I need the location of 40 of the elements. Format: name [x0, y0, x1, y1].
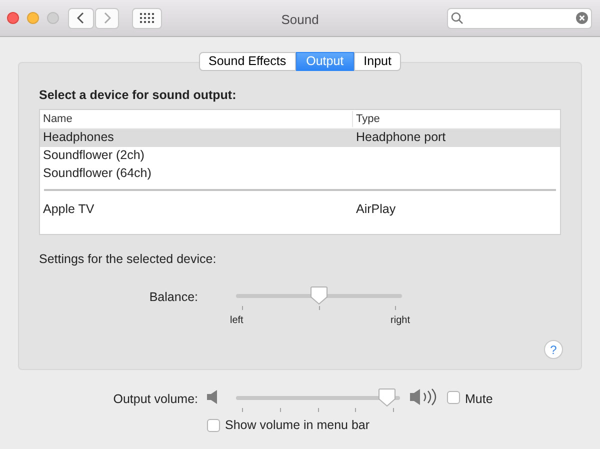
- section-heading: Select a device for sound output:: [39, 87, 238, 104]
- device-type: AirPlay: [356, 202, 396, 216]
- help-button[interactable]: ?: [544, 340, 563, 359]
- device-type: Headphone port: [356, 130, 446, 144]
- show-all-button[interactable]: [132, 8, 162, 28]
- grid-icon: [140, 13, 154, 23]
- search-icon: [451, 12, 464, 24]
- device-row[interactable]: Headphones Headphone port: [40, 128, 560, 147]
- device-row[interactable]: Soundflower (64ch): [40, 164, 560, 183]
- tab[interactable]: Input: [354, 52, 402, 71]
- settings-label: Settings for the selected device:: [39, 250, 218, 268]
- checkbox-label: Show volume in menu bar: [225, 417, 370, 434]
- device-name: Headphones: [43, 130, 114, 144]
- clear-icon[interactable]: [576, 12, 588, 24]
- slider-thumb[interactable]: [310, 286, 328, 304]
- mute-checkbox[interactable]: [447, 391, 460, 404]
- search-field[interactable]: [447, 8, 592, 28]
- slider-thumb[interactable]: [378, 388, 396, 407]
- balance-label: Balance:: [149, 290, 198, 304]
- column-header[interactable]: Name: [40, 110, 353, 127]
- device-name: Soundflower (64ch): [43, 166, 152, 180]
- close-button[interactable]: [7, 12, 19, 24]
- chevron-right-icon: [103, 12, 111, 24]
- minimize-button[interactable]: [27, 12, 39, 24]
- speaker-loud-icon: [410, 387, 438, 407]
- device-row[interactable]: Soundflower (2ch): [40, 146, 560, 165]
- speaker-quiet-icon: [207, 390, 217, 404]
- tab[interactable]: Sound Effects: [198, 52, 296, 71]
- back-button[interactable]: [68, 8, 94, 28]
- device-name: Soundflower (2ch): [43, 148, 144, 162]
- device-row[interactable]: Apple TV AirPlay: [40, 200, 560, 219]
- mute-label: Mute: [465, 391, 493, 408]
- window-title: Sound: [281, 11, 319, 29]
- chevron-left-icon: [77, 12, 85, 24]
- slider-min-label: left: [230, 314, 244, 328]
- output-volume-label: Output volume:: [113, 392, 198, 406]
- device-name: Apple TV: [43, 202, 94, 216]
- slider-max-label: right: [390, 314, 410, 328]
- column-header[interactable]: Type: [353, 110, 560, 127]
- menu-bar-checkbox[interactable]: [207, 418, 220, 432]
